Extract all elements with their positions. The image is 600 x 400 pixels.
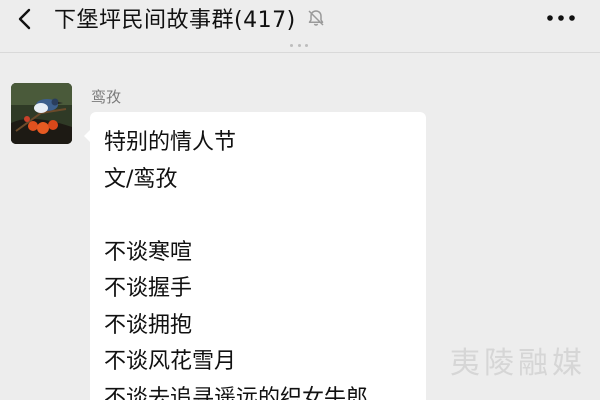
avatar[interactable] [11, 83, 72, 144]
message-line: 特别的情人节 [104, 130, 237, 155]
chat-header: 下堡坪民间故事群(417) [0, 0, 600, 52]
more-horizontal-icon [547, 15, 575, 21]
message-line: 不谈风花雪月 [104, 349, 237, 374]
message-line: 文/鸾孜 [104, 166, 178, 192]
chevron-left-icon [18, 8, 31, 30]
scroll-indicator [290, 44, 308, 48]
message-line: 不谈拥抱 [104, 312, 193, 338]
message-line: 不谈寒喧 [104, 239, 193, 265]
bird-photo-icon [11, 83, 72, 144]
header-divider [0, 52, 600, 53]
back-button[interactable] [10, 4, 40, 34]
message-line: 不谈去追寻遥远的织女牛郎 [104, 385, 369, 400]
bell-muted-icon [306, 7, 328, 29]
message-line: 不谈握手 [104, 276, 193, 301]
sender-name: 鸾孜 [91, 88, 122, 106]
message-bubble[interactable]: 特别的情人节 文/鸾孜 不谈寒喧 不谈握手 不谈拥抱 不谈风花雪月 不谈去追寻遥… [84, 112, 426, 400]
bubble-arrow [84, 130, 90, 142]
more-options-button[interactable] [544, 3, 578, 33]
chat-title: 下堡坪民间故事群(417) [54, 8, 296, 33]
watermark: 夷陵融媒 [450, 346, 586, 381]
